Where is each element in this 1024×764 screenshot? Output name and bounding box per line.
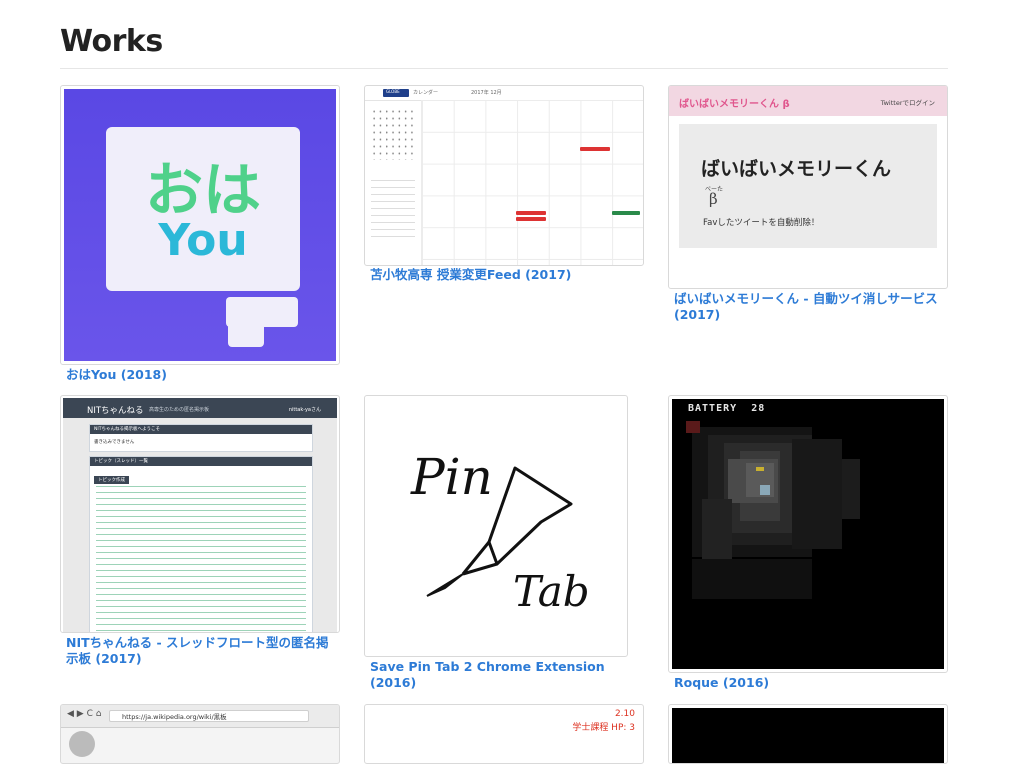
roque-game-screen: BATTERY 28 [672, 399, 944, 669]
nit-notice: 書き込みできません [94, 440, 135, 445]
tab-logo-word: Tab [513, 567, 590, 616]
game-stat-value: 2.10 [614, 709, 635, 719]
work-card-ohayou[interactable]: おは You おはYou (2018) [60, 85, 340, 385]
game-stat-hp: 学士課程 HP: 3 [572, 723, 635, 733]
dark-game-screen [672, 708, 944, 763]
nit-welcome-panel: NITちゃんねる掲示板へようこそ 書き込みできません [89, 424, 313, 452]
pushpin-needle-icon [426, 573, 464, 597]
work-caption-baibai-memory[interactable]: ばいばいメモリーくん - 自動ツイ消しサービス (2017) [674, 291, 949, 323]
work-caption-roque[interactable]: Roque (2016) [674, 675, 769, 691]
nit-topics-title: トピック（スレッド）一覧 [90, 457, 312, 466]
calendar-month-grid [422, 100, 643, 265]
ohayou-decoration-block [228, 323, 264, 347]
player-sprite [756, 467, 764, 471]
browser-toolbar: ◀ ▶ C ⌂ https://ja.wikipedia.org/wiki/黒板 [61, 705, 339, 728]
nit-topic-links [96, 483, 306, 632]
pin-tab-logo: Pin Tab [410, 448, 590, 616]
calendar-event [516, 217, 546, 221]
baibai-description: Favしたツイートを自動削除！ [703, 218, 820, 228]
work-caption-nit-channel[interactable]: NITちゃんねる - スレッドフロート型の匿名掲示板 (2017) [66, 635, 336, 667]
work-card-roque[interactable]: BATTERY 28 Roque (2016) [668, 395, 948, 695]
nit-content: NITちゃんねる掲示板へようこそ 書き込みできません トピック（スレッド）一覧 … [63, 418, 337, 632]
enemy-sprite [760, 485, 770, 495]
mini-calendar [371, 108, 415, 160]
calendar-month: 2017年 12月 [471, 90, 502, 96]
page-title: Works [60, 24, 163, 59]
work-card-baibai-memory[interactable]: ばいばいメモリーくん β Twitterでログイン ばいばいメモリーくん べーた… [668, 85, 948, 325]
baibai-header: ばいばいメモリーくん β Twitterでログイン [669, 86, 947, 116]
calendar-event [580, 147, 610, 151]
work-card-timetable-feed[interactable]: GLOBE カレンダー 2017年 12月 苫小牧高専 授業変更Feed (20… [364, 85, 644, 285]
calendar-logo: GLOBE [383, 89, 409, 97]
work-thumbnail-baibai-memory[interactable]: ばいばいメモリーくん β Twitterでログイン ばいばいメモリーくん べーた… [668, 85, 948, 289]
baibai-logo: ばいばいメモリーくん β [679, 99, 790, 110]
work-card-dark-game[interactable] [668, 704, 948, 764]
title-divider [60, 68, 948, 69]
work-card-nit-channel[interactable]: NITちゃんねる 高専生のための匿名掲示板 nittak-yaさん NITちゃん… [60, 395, 340, 675]
baibai-headline: ばいばいメモリーくん [701, 158, 892, 180]
nit-user: nittak-yaさん [288, 407, 321, 413]
calendar-sidebar [365, 100, 422, 265]
nit-topics-panel: トピック（スレッド）一覧 トピック作成 [89, 456, 313, 632]
calendar-event [612, 211, 640, 215]
work-thumbnail-blackboard[interactable]: ◀ ▶ C ⌂ https://ja.wikipedia.org/wiki/黒板 [60, 704, 340, 764]
browser-address-bar: https://ja.wikipedia.org/wiki/黒板 [109, 710, 309, 722]
nit-welcome-title: NITちゃんねる掲示板へようこそ [90, 425, 312, 434]
work-thumbnail-save-pin-tab[interactable]: Pin Tab [364, 395, 628, 657]
ohayou-logo-line2: You [158, 215, 248, 266]
work-thumbnail-dark-game[interactable] [668, 704, 948, 764]
work-card-blackboard[interactable]: ◀ ▶ C ⌂ https://ja.wikipedia.org/wiki/黒板 [60, 704, 340, 764]
nit-navbar: NITちゃんねる 高専生のための匿名掲示板 nittak-yaさん [63, 398, 337, 418]
twitter-login-link: Twitterでログイン [880, 99, 935, 107]
ohayou-app-icon: おは You [64, 89, 336, 361]
calendar-list [371, 180, 415, 240]
nit-tagline: 高専生のための匿名掲示板 [149, 407, 210, 413]
ohayou-speech-panel: おは You [106, 127, 300, 291]
pin-logo-word: Pin [410, 448, 493, 506]
work-thumbnail-ohayou[interactable]: おは You [60, 85, 340, 365]
nit-brand: NITちゃんねる [87, 406, 144, 416]
roque-dungeon-map [686, 421, 860, 599]
calendar-toolbar: GLOBE カレンダー 2017年 12月 [365, 86, 643, 101]
work-caption-timetable-feed[interactable]: 苫小牧高専 授業変更Feed (2017) [370, 267, 571, 283]
work-card-save-pin-tab[interactable]: Pin Tab Save Pin Tab 2 Chrome Extension … [364, 395, 628, 690]
work-caption-save-pin-tab[interactable]: Save Pin Tab 2 Chrome Extension (2016) [370, 659, 628, 691]
pushpin-head-icon [487, 466, 573, 566]
calendar-app-name: カレンダー [413, 90, 439, 96]
calendar-event [516, 211, 546, 215]
work-caption-ohayou[interactable]: おはYou (2018) [66, 367, 167, 383]
work-card-status-game[interactable]: 2.10 学士課程 HP: 3 [364, 704, 644, 764]
work-thumbnail-status-game[interactable]: 2.10 学士課程 HP: 3 [364, 704, 644, 764]
work-thumbnail-nit-channel[interactable]: NITちゃんねる 高専生のための匿名掲示板 nittak-yaさん NITちゃん… [60, 395, 340, 633]
browser-nav-icons: ◀ ▶ C ⌂ [67, 709, 102, 719]
baibai-hero: ばいばいメモリーくん べーた β Favしたツイートを自動削除！ [679, 124, 937, 248]
work-thumbnail-roque[interactable]: BATTERY 28 [668, 395, 948, 673]
baibai-beta-symbol: β [709, 190, 718, 208]
dungeon-tiles [686, 421, 860, 599]
work-thumbnail-timetable-feed[interactable]: GLOBE カレンダー 2017年 12月 [364, 85, 644, 266]
wikipedia-logo [69, 731, 95, 757]
